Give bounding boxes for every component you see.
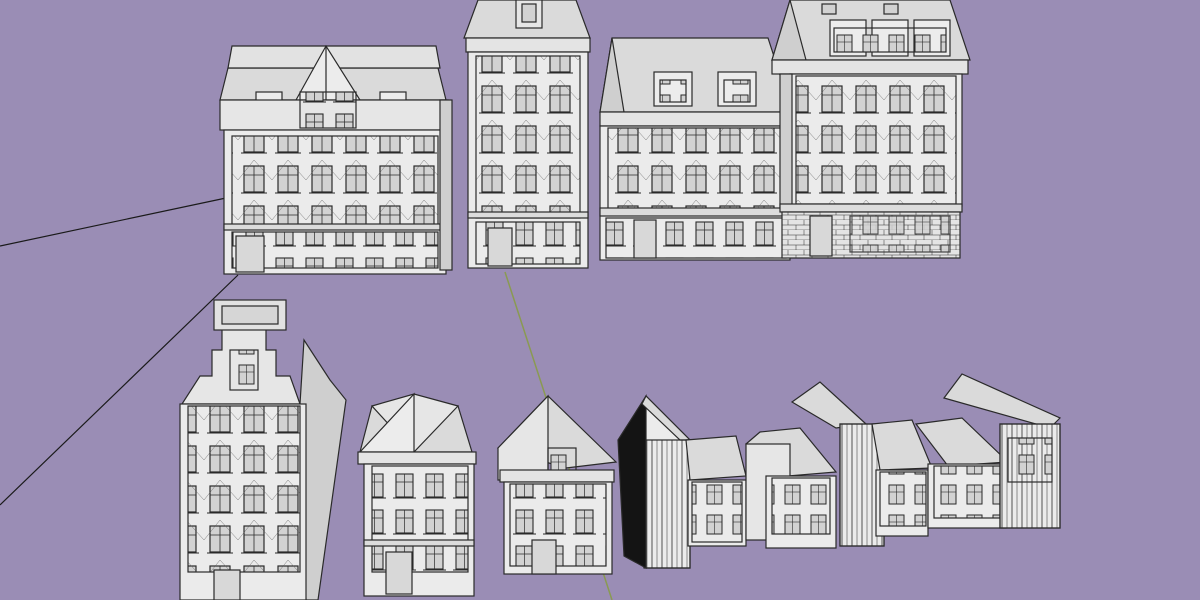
building-model-3[interactable] [599,37,793,261]
building-model-1[interactable] [219,44,453,275]
3d-viewport[interactable] [0,0,1200,600]
scene-canvas[interactable] [0,0,1200,600]
building-model-6[interactable] [357,392,477,597]
building-model-2[interactable] [463,0,591,269]
building-model-4[interactable] [771,0,971,259]
